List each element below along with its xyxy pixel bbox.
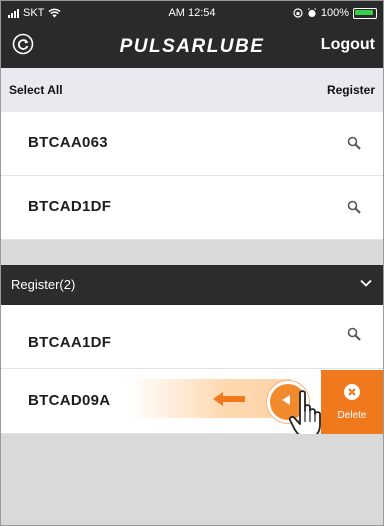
register-button[interactable]: Register bbox=[327, 83, 375, 97]
alarm-icon bbox=[307, 8, 317, 18]
list-item[interactable]: BTCAA1DF bbox=[1, 305, 383, 369]
search-icon[interactable] bbox=[347, 327, 361, 341]
lock-rotation-icon bbox=[293, 8, 303, 18]
chevron-down-icon[interactable] bbox=[360, 278, 372, 288]
app-screen: SKT AM 12:54 100% PULSARLUBE Logout Sele… bbox=[0, 0, 384, 526]
section-title: Register(2) bbox=[11, 277, 76, 292]
empty-area bbox=[1, 434, 383, 525]
search-icon[interactable] bbox=[347, 200, 361, 214]
app-bar: PULSARLUBE Logout bbox=[1, 25, 383, 68]
list-spacer bbox=[1, 240, 383, 265]
delete-icon bbox=[344, 384, 360, 400]
device-id: BTCAA1DF bbox=[28, 334, 112, 351]
device-id: BTCAD09A bbox=[28, 392, 111, 409]
search-icon[interactable] bbox=[347, 136, 361, 150]
header: SKT AM 12:54 100% PULSARLUBE Logout bbox=[1, 1, 383, 68]
device-id: BTCAA063 bbox=[28, 134, 108, 151]
list-item[interactable]: BTCAD1DF bbox=[1, 176, 383, 240]
swipe-left-arrow-icon bbox=[213, 392, 245, 406]
battery-percent: 100% bbox=[320, 7, 349, 19]
select-all-button[interactable]: Select All bbox=[9, 83, 63, 97]
list-item[interactable]: BTCAA063 bbox=[1, 112, 383, 176]
status-right: 100% bbox=[293, 7, 377, 19]
logout-button[interactable]: Logout bbox=[321, 36, 375, 54]
status-bar: SKT AM 12:54 100% bbox=[1, 1, 383, 25]
battery-icon bbox=[353, 7, 377, 19]
registered-section-header[interactable]: Register(2) bbox=[1, 265, 383, 305]
device-id: BTCAD1DF bbox=[28, 198, 112, 215]
select-bar: Select All Register bbox=[1, 68, 383, 113]
